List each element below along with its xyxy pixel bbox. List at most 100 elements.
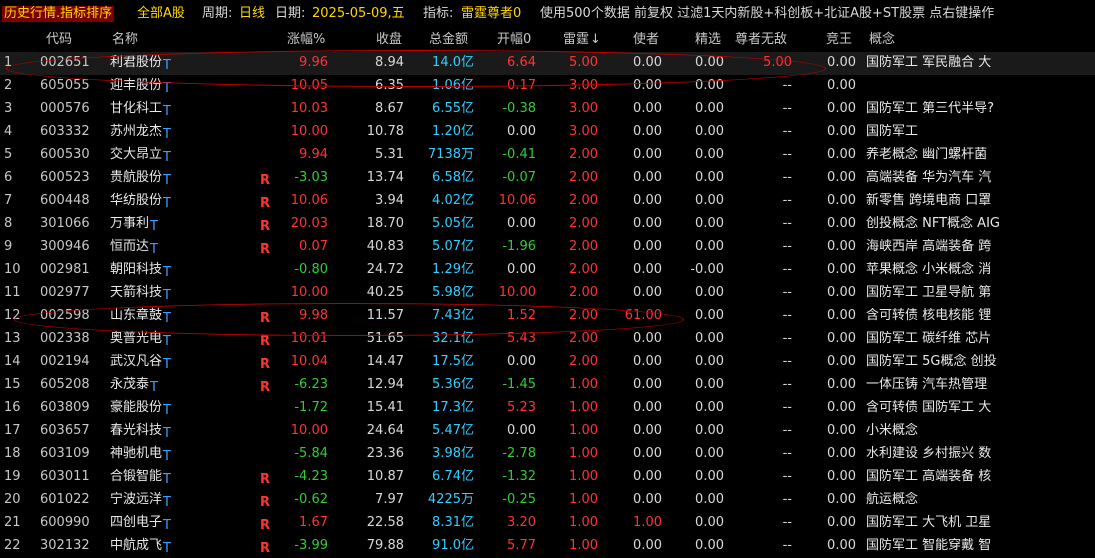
- table-row[interactable]: 20 601022 宁波远洋T R -0.62 7.97 4225万 -0.25 1.00 0.0…: [0, 489, 1095, 512]
- jingxuan-value: 0.00: [695, 78, 724, 93]
- close-price: 3.94: [375, 193, 404, 208]
- table-row[interactable]: 5 600530 交大昂立T 9.94 5.31 7138万 -0.41 2.00 0.00 0.…: [0, 144, 1095, 167]
- col-leiting[interactable]: 雷霆↓: [563, 32, 601, 48]
- col-name[interactable]: 名称: [112, 32, 138, 48]
- row-index: 12: [4, 308, 21, 323]
- row-index: 22: [4, 538, 21, 553]
- open-pct: 0.00: [507, 216, 536, 231]
- open-pct: -0.38: [502, 101, 536, 116]
- open-pct: 10.00: [498, 285, 536, 300]
- leiting-value: 2.00: [569, 308, 598, 323]
- indicator-value[interactable]: 雷霆尊者0: [461, 6, 521, 22]
- table-row[interactable]: 21 600990 四创电子T R 1.67 22.58 8.31亿 3.20 1.00 1.00…: [0, 512, 1095, 535]
- col-code[interactable]: 代码: [46, 32, 72, 48]
- open-pct: -0.07: [502, 170, 536, 185]
- leiting-value: 1.00: [569, 400, 598, 415]
- stock-name: 朝阳科技T: [110, 262, 171, 280]
- table-row[interactable]: 3 000576 甘化科工T 10.03 8.67 6.55亿 -0.38 3.00 0.00 0…: [0, 98, 1095, 121]
- table-row[interactable]: 19 603011 合锻智能T R -4.23 10.87 6.74亿 -1.32 1.00 0.…: [0, 466, 1095, 489]
- stock-name: 迎丰股份T: [110, 78, 171, 96]
- shizhe-value: 0.00: [633, 354, 662, 369]
- total-amount: 5.07亿: [432, 239, 474, 254]
- shizhe-value: 61.00: [624, 308, 662, 323]
- table-row[interactable]: 1 002651 利君股份T 9.96 8.94 14.0亿 6.64 5.00 0.00 0.0…: [0, 52, 1095, 75]
- t-marker-icon: T: [150, 380, 158, 395]
- mode-label[interactable]: 历史行情.指标排序: [2, 6, 115, 22]
- stock-name: 万事利T: [110, 216, 158, 234]
- stock-code: 002338: [40, 331, 90, 346]
- table-row[interactable]: 17 603657 春光科技T 10.00 24.64 5.47亿 0.00 1.00 0.00…: [0, 420, 1095, 443]
- total-amount: 7.43亿: [432, 308, 474, 323]
- table-row[interactable]: 13 002338 奥普光电T R 10.01 51.65 32.1亿 5.43 2.00 0.0…: [0, 328, 1095, 351]
- table-row[interactable]: 15 605208 永茂泰T R -6.23 12.94 5.36亿 -1.45 1.00 0.0…: [0, 374, 1095, 397]
- open-pct: -0.41: [502, 147, 536, 162]
- table-row[interactable]: 16 603809 豪能股份T -1.72 15.41 17.3亿 5.23 1.00 0.00…: [0, 397, 1095, 420]
- leiting-value: 2.00: [569, 147, 598, 162]
- close-price: 10.87: [366, 469, 404, 484]
- row-index: 15: [4, 377, 21, 392]
- col-jingxuan[interactable]: 精选: [695, 32, 721, 48]
- col-jingwang[interactable]: 竞王: [826, 32, 852, 48]
- col-shizhe[interactable]: 使者: [633, 32, 659, 48]
- change-pct: -0.62: [294, 492, 328, 507]
- r-marker: R: [260, 518, 271, 533]
- jingxuan-value: 0.00: [695, 308, 724, 323]
- close-price: 6.35: [375, 78, 404, 93]
- table-row[interactable]: 14 002194 武汉凡谷T R 10.04 14.47 17.5亿 0.00 2.00 0.0…: [0, 351, 1095, 374]
- stock-name: 华纺股份T: [110, 193, 171, 211]
- col-amount[interactable]: 总金额: [429, 32, 468, 48]
- table-row[interactable]: 8 301066 万事利T R 20.03 18.70 5.05亿 0.00 2.00 0.00 0…: [0, 213, 1095, 236]
- stock-name-text: 宁波远洋: [110, 492, 163, 507]
- jingxuan-value: 0.00: [695, 193, 724, 208]
- concept-text: 国防军工: [866, 124, 919, 139]
- t-marker-icon: T: [163, 288, 171, 303]
- leiting-value: 2.00: [569, 239, 598, 254]
- total-amount: 4225万: [427, 492, 474, 507]
- col-zunzhe[interactable]: 尊者无敌: [735, 32, 787, 48]
- jingwang-value: 0.00: [827, 492, 856, 507]
- jingwang-value: 0.00: [827, 55, 856, 70]
- change-pct: 9.96: [299, 55, 328, 70]
- zunzhe-value: --: [782, 262, 792, 277]
- col-change[interactable]: 涨幅%: [287, 32, 325, 48]
- period-value[interactable]: 日线: [239, 6, 265, 22]
- shizhe-value: 0.00: [633, 492, 662, 507]
- close-price: 14.47: [366, 354, 404, 369]
- concept-text: 新零售 跨境电商 口罩: [866, 193, 992, 208]
- table-row[interactable]: 9 300946 恒而达T R 0.07 40.83 5.07亿 -1.96 2.00 0.00 0…: [0, 236, 1095, 259]
- stock-code: 603109: [40, 446, 90, 461]
- jingxuan-value: 0.00: [695, 423, 724, 438]
- col-open[interactable]: 开幅0: [497, 32, 531, 48]
- change-pct: 10.01: [290, 331, 328, 346]
- date-value[interactable]: 2025-05-09,五: [312, 6, 405, 22]
- table-row[interactable]: 22 302132 中航成飞T R -3.99 79.88 91.0亿 5.77 1.00 0.0…: [0, 535, 1095, 558]
- stock-name: 武汉凡谷T: [110, 354, 171, 372]
- col-concept[interactable]: 概念: [869, 32, 895, 48]
- table-row[interactable]: 18 603109 神驰机电T -5.84 23.36 3.98亿 -2.78 1.00 0.0…: [0, 443, 1095, 466]
- change-pct: -1.72: [294, 400, 328, 415]
- table-row[interactable]: 10 002981 朝阳科技T -0.80 24.72 1.29亿 0.00 2.00 0.00…: [0, 259, 1095, 282]
- table-row[interactable]: 4 603332 苏州龙杰T 10.00 10.78 1.20亿 0.00 3.00 0.00 0…: [0, 121, 1095, 144]
- change-pct: -4.23: [294, 469, 328, 484]
- table-row[interactable]: 12 002598 山东章鼓T R 9.98 11.57 7.43亿 1.52 2.00 61.0…: [0, 305, 1095, 328]
- t-marker-icon: T: [163, 495, 171, 510]
- jingwang-value: 0.00: [827, 170, 856, 185]
- jingxuan-value: 0.00: [695, 124, 724, 139]
- row-index: 17: [4, 423, 21, 438]
- stock-code: 603332: [40, 124, 90, 139]
- stock-name-text: 豪能股份: [110, 400, 163, 415]
- jingxuan-value: 0.00: [695, 492, 724, 507]
- market-selector[interactable]: 全部A股: [137, 6, 185, 22]
- change-pct: 1.67: [299, 515, 328, 530]
- table-row[interactable]: 2 605055 迎丰股份T 10.05 6.35 1.06亿 0.17 3.00 0.00 0.…: [0, 75, 1095, 98]
- concept-text: 国防军工 智能穿戴 智: [866, 538, 992, 553]
- table-row[interactable]: 11 002977 天箭科技T 10.00 40.25 5.98亿 10.00 2.00 0.0…: [0, 282, 1095, 305]
- table-row[interactable]: 6 600523 贵航股份T R -3.03 13.74 6.58亿 -0.07 2.00 0.0…: [0, 167, 1095, 190]
- change-pct: 10.06: [290, 193, 328, 208]
- open-pct: -1.96: [502, 239, 536, 254]
- jingwang-value: 0.00: [827, 124, 856, 139]
- col-close[interactable]: 收盘: [376, 32, 402, 48]
- table-row[interactable]: 7 600448 华纺股份T R 10.06 3.94 4.02亿 10.06 2.00 0.00…: [0, 190, 1095, 213]
- open-pct: 0.00: [507, 124, 536, 139]
- stock-name-text: 山东章鼓: [110, 308, 163, 323]
